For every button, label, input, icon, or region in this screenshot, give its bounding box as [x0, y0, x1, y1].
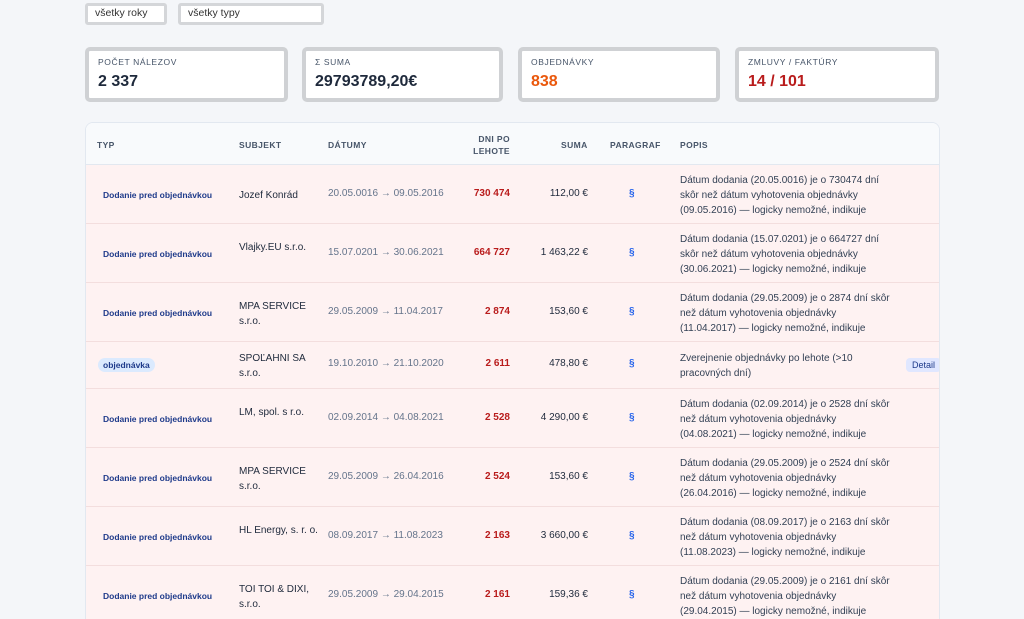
amount-cell: 3 660,00 €	[540, 530, 588, 541]
header-datumy[interactable]: DÁTUMY	[328, 140, 367, 150]
amount-cell: 159,36 €	[549, 589, 588, 600]
dates-cell: 29.05.2009 → 11.04.2017	[328, 306, 443, 317]
header-dni-line2: LEHOTE	[473, 146, 510, 156]
subject-cell: LM, spol. s r.o.	[239, 407, 305, 418]
subject-cell: MPA SERVICE s.r.o.	[239, 466, 306, 492]
subject-cell: SPOĽAHNI SA s.r.o.	[239, 353, 306, 379]
type-badge: Dodanie pred objednávkou	[103, 473, 213, 483]
dates-cell: 20.05.0016 → 09.05.2016	[328, 188, 444, 199]
amount-cell: 153,60 €	[549, 471, 588, 482]
paragraph-link[interactable]: §	[629, 471, 635, 482]
days-late-cell: 2 528	[484, 412, 510, 423]
description-cell: Dátum dodania (29.05.2009) je o 2161 dní…	[680, 576, 890, 617]
type-badge: Dodanie pred objednávkou	[103, 414, 213, 424]
subject-cell: TOI TOI & DIXI, s.r.o.	[239, 584, 310, 610]
type-badge: Dodanie pred objednávkou	[103, 308, 213, 318]
table-row[interactable]: Dodanie pred objednávkou MPA SERVICE s.r.…	[86, 448, 939, 507]
days-late-cell: 2 874	[484, 306, 510, 317]
description-cell: Dátum dodania (20.05.0016) je o 730474 d…	[680, 175, 880, 216]
dates-cell: 02.09.2014 → 04.08.2021	[328, 412, 444, 423]
dates-cell: 29.05.2009 → 26.04.2016	[328, 471, 444, 482]
subject-cell: MPA SERVICE s.r.o.	[239, 301, 306, 327]
type-badge: Dodanie pred objednávkou	[103, 591, 213, 601]
subject-cell: HL Energy, s. r. o.	[239, 525, 318, 536]
days-late-cell: 730 474	[473, 188, 510, 199]
stat-label: Σ SUMA	[315, 57, 351, 67]
stat-value: 2 337	[98, 73, 139, 90]
year-filter[interactable]: všetky roky	[85, 3, 167, 25]
stat-value: 838	[531, 73, 558, 90]
header-dni-po-lehote[interactable]: DNI PO LEHOTE	[450, 133, 510, 157]
table-row[interactable]: Dodanie pred objednávkou Jozef Konrád 20.0…	[86, 165, 939, 224]
paragraph-link[interactable]: §	[629, 358, 635, 369]
table-row[interactable]: Dodanie pred objednávkou LM, spol. s r.o.…	[86, 389, 939, 448]
type-badge: Dodanie pred objednávkou	[103, 532, 213, 542]
stat-label: ZMLUVY / FAKTÚRY	[748, 57, 839, 67]
header-paragraf[interactable]: PARAGRAF	[610, 140, 661, 150]
table-row[interactable]: Dodanie pred objednávkou Vlajky.EU s.r.o.…	[86, 224, 939, 283]
days-late-cell: 2 163	[484, 530, 510, 541]
dates-cell: 19.10.2010 → 21.10.2020	[328, 358, 444, 369]
type-badge: Dodanie pred objednávkou	[103, 249, 213, 259]
stat-label: POČET NÁLEZOV	[98, 57, 177, 67]
paragraph-link[interactable]: §	[629, 247, 635, 258]
subject-cell: Vlajky.EU s.r.o.	[239, 242, 307, 253]
header-typ[interactable]: TYP	[97, 140, 115, 150]
header-popis[interactable]: POPIS	[680, 140, 708, 150]
dates-cell: 08.09.2017 → 11.08.2023	[328, 530, 443, 541]
days-late-cell: 664 727	[473, 247, 510, 258]
amount-cell: 478,80 €	[549, 358, 588, 369]
table-row[interactable]: Dodanie pred objednávkou MPA SERVICE s.r.…	[86, 283, 939, 342]
stat-value: 29793789,20€	[315, 73, 418, 90]
findings-table: TYP SUBJEKT DÁTUMY DNI PO LEHOTE SUMA PAR…	[85, 122, 940, 619]
dates-cell: 29.05.2009 → 29.04.2015	[328, 589, 444, 600]
paragraph-link[interactable]: §	[629, 530, 635, 541]
days-late-cell: 2 524	[484, 471, 510, 482]
table-row[interactable]: Dodanie pred objednávkou TOI TOI & DIXI, …	[86, 566, 939, 619]
stat-value: 14 / 101	[748, 73, 806, 90]
dates-cell: 15.07.0201 → 30.06.2021	[328, 247, 444, 258]
description-cell: Dátum dodania (29.05.2009) je o 2524 dní…	[680, 458, 890, 499]
table-row[interactable]: objednávka SPOĽAHNI SA s.r.o. 19.10.2010 →…	[86, 342, 939, 389]
header-suma[interactable]: SUMA	[561, 140, 588, 150]
type-badge: objednávka	[98, 358, 155, 372]
amount-cell: 1 463,22 €	[540, 247, 588, 258]
stat-card-orders: OBJEDNÁVKY 838	[518, 47, 720, 102]
stat-label: OBJEDNÁVKY	[531, 57, 595, 67]
type-filter[interactable]: všetky typy	[178, 3, 324, 25]
detail-button[interactable]: Detail	[906, 358, 939, 372]
table-row[interactable]: Dodanie pred objednávkou HL Energy, s. r.…	[86, 507, 939, 566]
amount-cell: 153,60 €	[549, 306, 588, 317]
description-cell: Dátum dodania (02.09.2014) je o 2528 dní…	[680, 399, 890, 440]
paragraph-link[interactable]: §	[629, 589, 635, 600]
days-late-cell: 2 161	[484, 589, 510, 600]
days-late-cell: 2 611	[485, 358, 510, 369]
description-cell: Dátum dodania (15.07.0201) je o 664727 d…	[680, 234, 880, 275]
amount-cell: 112,00 €	[549, 188, 588, 199]
header-subjekt[interactable]: SUBJEKT	[239, 140, 281, 150]
stat-card-contracts-invoices: ZMLUVY / FAKTÚRY 14 / 101	[735, 47, 939, 102]
subject-cell: Jozef Konrád	[239, 190, 298, 201]
paragraph-link[interactable]: §	[629, 412, 635, 423]
stat-card-findings: POČET NÁLEZOV 2 337	[85, 47, 288, 102]
type-badge: Dodanie pred objednávkou	[103, 190, 213, 200]
paragraph-link[interactable]: §	[629, 188, 635, 199]
amount-cell: 4 290,00 €	[540, 412, 588, 423]
description-cell: Dátum dodania (08.09.2017) je o 2163 dní…	[680, 517, 890, 558]
description-cell: Dátum dodania (29.05.2009) je o 2874 dní…	[680, 293, 890, 334]
stat-card-sum: Σ SUMA 29793789,20€	[302, 47, 503, 102]
table-header: TYP SUBJEKT DÁTUMY DNI PO LEHOTE SUMA PAR…	[86, 123, 939, 165]
paragraph-link[interactable]: §	[629, 306, 635, 317]
header-dni-line1: DNI PO	[478, 134, 510, 144]
description-cell: Zverejnenie objednávky po lehote (>10 pr…	[680, 353, 853, 379]
